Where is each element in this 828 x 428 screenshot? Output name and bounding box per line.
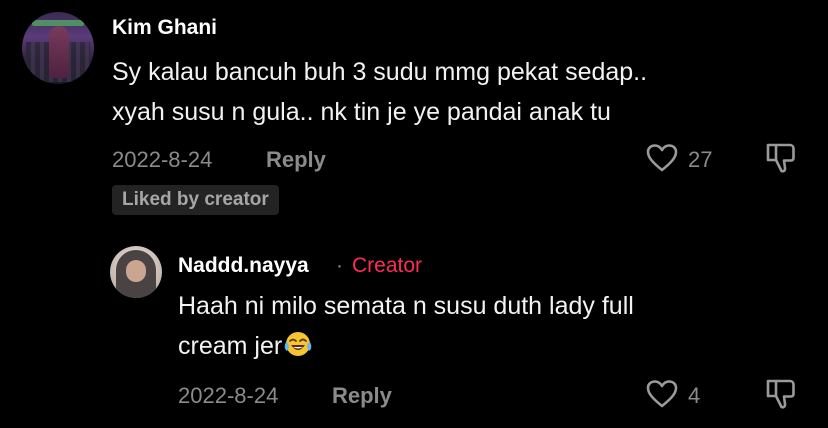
comment-username[interactable]: Kim Ghani (112, 16, 217, 40)
comment-text-line: Haah ni milo semata n susu duth lady ful… (178, 292, 634, 320)
creator-label: Creator (352, 254, 423, 277)
comment-item: Kim Ghani Sy kalau bancuh buh 3 sudu mmg… (0, 0, 828, 230)
comment-text-line: Sy kalau bancuh buh 3 sudu mmg pekat sed… (112, 58, 648, 86)
comment-text: Haah ni milo semata n susu duth lady ful… (178, 286, 778, 366)
thumbs-down-icon[interactable] (764, 377, 798, 411)
heart-outline-icon[interactable] (646, 143, 678, 173)
avatar[interactable] (22, 12, 94, 84)
avatar-photo-figure (49, 26, 69, 78)
reply-button[interactable]: Reply (266, 147, 326, 173)
avatar-photo-face (126, 260, 146, 282)
heart-outline-icon[interactable] (646, 379, 678, 409)
comment-text-line-with-emoji: cream jer (178, 326, 778, 366)
thumbs-down-icon[interactable] (764, 141, 798, 175)
reply-comment-item: Naddd.nayya · Creator Haah ni milo semat… (0, 230, 828, 428)
comment-date: 2022-8-24 (112, 147, 213, 172)
laughing-tears-emoji-icon (283, 330, 313, 358)
avatar[interactable] (110, 246, 162, 298)
comment-text: Sy kalau bancuh buh 3 sudu mmg pekat sed… (112, 52, 802, 132)
like-count: 27 (688, 147, 713, 172)
like-count: 4 (688, 383, 701, 408)
separator-dot: · (336, 254, 343, 277)
reply-button[interactable]: Reply (332, 383, 392, 409)
comment-text-line: cream jer (178, 332, 283, 360)
comment-text-line: xyah susu n gula.. nk tin je ye pandai a… (112, 98, 611, 126)
comment-username[interactable]: Naddd.nayya (178, 254, 309, 278)
comment-date: 2022-8-24 (178, 383, 279, 408)
liked-by-creator-badge: Liked by creator (112, 185, 279, 215)
